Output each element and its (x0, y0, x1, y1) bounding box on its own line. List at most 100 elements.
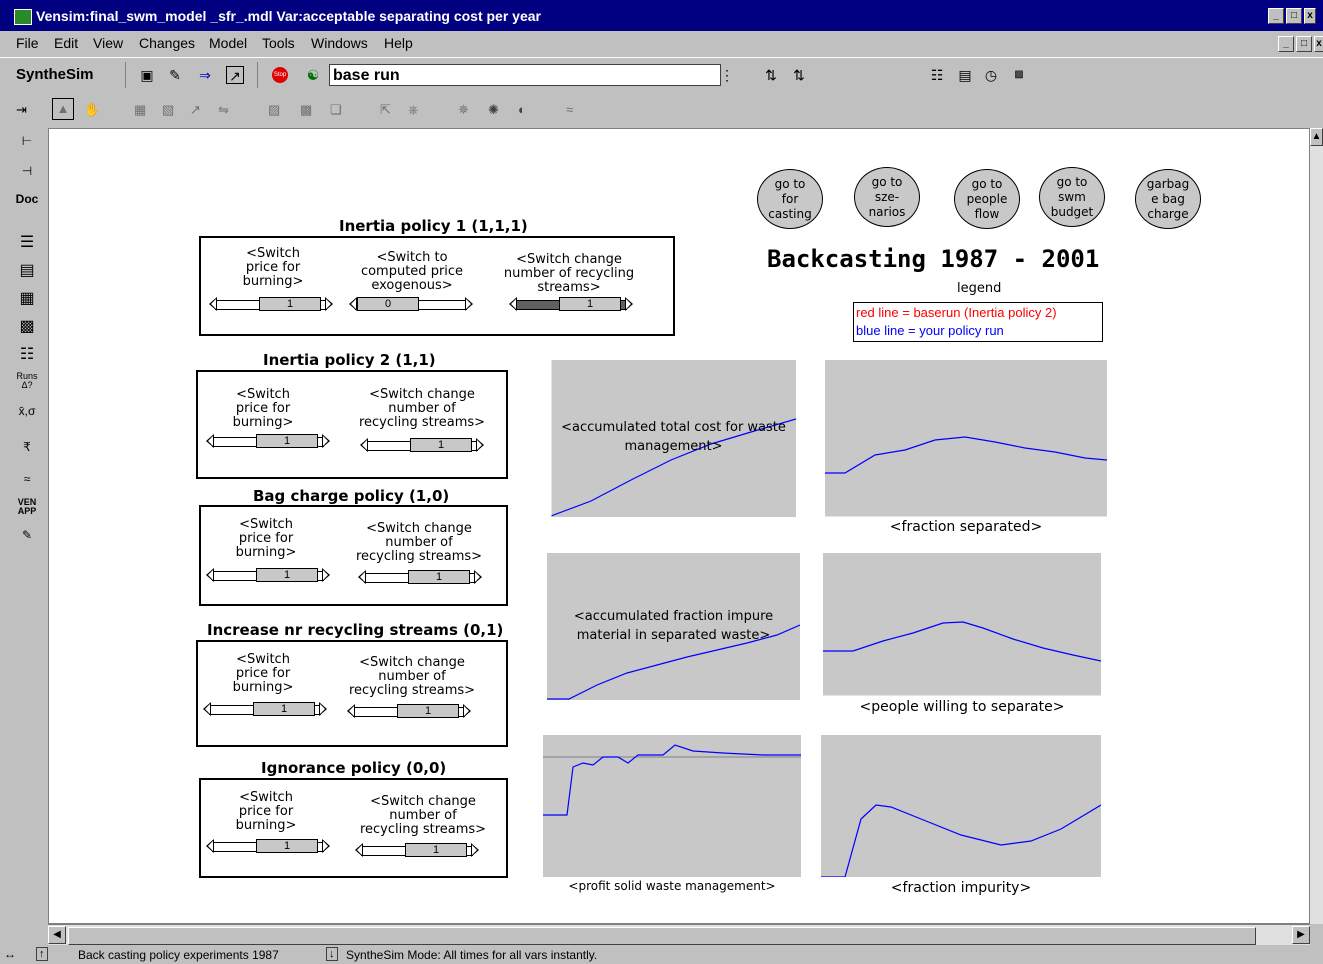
comment-icon[interactable]: ⎈ (408, 102, 418, 118)
document-icon[interactable]: Doc (14, 192, 40, 206)
switch-slider[interactable]: 1 (209, 297, 333, 311)
table-icon[interactable]: ☷ (14, 344, 40, 364)
gaming-icon[interactable]: ✎ (14, 528, 40, 542)
stop-icon[interactable]: Stop (272, 67, 288, 83)
close-button[interactable]: x (1304, 8, 1316, 24)
menu-model[interactable]: Model (209, 35, 247, 51)
doc-minimize-button[interactable]: _ (1278, 36, 1294, 52)
graph-label: <fraction separated> (889, 519, 1043, 535)
delete-icon[interactable]: ✵ (458, 102, 469, 118)
arrow-icon[interactable]: ↗ (190, 102, 201, 118)
switch-slider[interactable]: 1 (206, 839, 330, 853)
statistics-icon[interactable]: x̄,σ (14, 404, 40, 418)
go-to-szenarios-button[interactable]: go to sze- narios (854, 167, 920, 227)
input-output-icon[interactable]: ▩ (300, 102, 312, 118)
vertical-scrollbar[interactable]: ▲ (1310, 128, 1323, 924)
switch-slider[interactable]: 0 (349, 297, 473, 311)
go-to-forcasting-button[interactable]: go to for casting (757, 169, 823, 229)
dataset-icon[interactable]: ▤ (956, 66, 974, 84)
equations-icon[interactable]: ✺ (488, 102, 499, 118)
menu-view[interactable]: View (93, 35, 123, 51)
unhide-icon[interactable]: ⇱ (380, 102, 391, 118)
policy-box: <Switch price for burning> <Switch chang… (196, 370, 508, 479)
model-canvas[interactable]: Inertia policy 1 (1,1,1) <Switch price f… (48, 128, 1310, 924)
slider-value: 1 (253, 702, 315, 716)
sliders-icon[interactable]: ⇅ (762, 66, 780, 84)
units-icon[interactable]: ≈ (566, 102, 573, 117)
graph-fraction-impurity[interactable] (821, 735, 1101, 877)
sliders-reset-icon[interactable]: ⇅ (790, 66, 808, 84)
graph-people-willing-to-separate[interactable] (823, 553, 1101, 696)
maximize-button[interactable]: □ (1286, 8, 1302, 24)
menu-help[interactable]: Help (384, 35, 413, 51)
variable-icon[interactable]: ▦ (134, 102, 146, 118)
pointer-icon[interactable]: ⇥ (16, 102, 27, 118)
runs-compare-icon[interactable]: Runs Δ? (14, 372, 40, 390)
step-icon[interactable]: ⇒ (196, 66, 214, 84)
venapp-icon[interactable]: VEN APP (14, 498, 40, 516)
scroll-right-icon[interactable]: ▶ (1292, 926, 1310, 944)
strip-graph-icon[interactable]: ▦ (14, 288, 40, 308)
scroll-thumb[interactable] (68, 927, 1256, 945)
menu-bar: File Edit View Changes Model Tools Windo… (0, 31, 1323, 57)
policy-title: Inertia policy 2 (1,1) (263, 351, 436, 369)
graph-profit-solid-waste[interactable] (543, 735, 801, 877)
view-menu-icon[interactable]: ↑ (36, 947, 48, 961)
shadow-variable-icon[interactable]: ▨ (268, 102, 280, 118)
switch-slider[interactable]: 1 (360, 438, 484, 452)
graph-fraction-separated[interactable] (825, 360, 1107, 517)
run-options-icon[interactable]: ⋮ (718, 66, 736, 84)
bar-graph-icon[interactable]: ▩ (14, 316, 40, 336)
switch-slider[interactable]: 1 (206, 568, 330, 582)
go-to-swm-budget-button[interactable]: go to swm budget (1039, 167, 1105, 227)
switch-slider[interactable]: 1 (206, 434, 330, 448)
menu-changes[interactable]: Changes (139, 35, 195, 51)
units-check-icon[interactable]: ₹ (14, 440, 40, 454)
menu-edit[interactable]: Edit (54, 35, 78, 51)
slider-value: 1 (405, 843, 467, 857)
switch-slider[interactable]: 1 (509, 297, 633, 311)
sketch-comment-icon[interactable]: ❑ (330, 102, 342, 118)
switch-slider[interactable]: 1 (203, 702, 327, 716)
mode-menu-icon[interactable]: ↓ (326, 947, 338, 961)
doc-restore-button[interactable]: □ (1296, 36, 1312, 52)
rate-icon[interactable]: ⇋ (218, 102, 229, 118)
scroll-left-icon[interactable]: ◀ (48, 926, 66, 944)
doc-close-button[interactable]: x (1314, 36, 1323, 52)
slider-value: 1 (410, 438, 472, 452)
save-icon[interactable]: ▣ (138, 66, 156, 84)
policy-title: Increase nr recycling streams (0,1) (207, 621, 504, 639)
reference-mode-icon[interactable]: ◐ (518, 102, 526, 117)
run-icon[interactable]: ☯ (304, 66, 322, 84)
graph-icon[interactable]: ↗ (226, 66, 244, 84)
reality-check-icon[interactable]: ≈ (14, 472, 40, 486)
menu-file[interactable]: File (16, 35, 39, 51)
lock-icon[interactable]: ▲ (52, 98, 74, 120)
menu-tools[interactable]: Tools (262, 35, 295, 51)
go-to-people-flow-button[interactable]: go to people flow (954, 169, 1020, 229)
slider-value: 1 (256, 434, 318, 448)
switch-slider[interactable]: 1 (358, 570, 482, 584)
subscript-icon[interactable]: ▩ (1010, 66, 1028, 84)
view-name[interactable]: Back casting policy experiments 1987 (78, 948, 279, 962)
graph-accumulated-total-cost[interactable]: <accumulated total cost for waste manage… (551, 360, 796, 517)
box-variable-icon[interactable]: ▧ (162, 102, 174, 118)
set-icon[interactable]: ☷ (928, 66, 946, 84)
uses-tree-icon[interactable]: ⊣ (14, 164, 40, 178)
loops-icon[interactable]: ☰ (14, 232, 40, 252)
hand-icon[interactable]: ✋ (84, 102, 100, 118)
horizontal-scrollbar[interactable]: ◀ ▶ (48, 924, 1310, 945)
scroll-up-button[interactable]: ▲ (1310, 128, 1323, 146)
minimize-button[interactable]: _ (1268, 8, 1284, 24)
view-nav-arrows-icon[interactable]: ↔ (4, 947, 16, 961)
clock-icon[interactable]: ◷ (982, 66, 1000, 84)
open-icon[interactable]: ✎ (166, 66, 184, 84)
switch-slider[interactable]: 1 (355, 843, 479, 857)
garbage-bag-charge-button[interactable]: garbag e bag charge (1135, 169, 1201, 229)
graph-accumulated-fraction-impure[interactable]: <accumulated fraction impure material in… (547, 553, 800, 700)
causes-tree-icon[interactable]: ⊢ (14, 134, 40, 148)
run-name-input[interactable]: base run (329, 64, 721, 86)
menu-windows[interactable]: Windows (311, 35, 368, 51)
switch-slider[interactable]: 1 (347, 704, 471, 718)
graph-tool-icon[interactable]: ▤ (14, 260, 40, 280)
